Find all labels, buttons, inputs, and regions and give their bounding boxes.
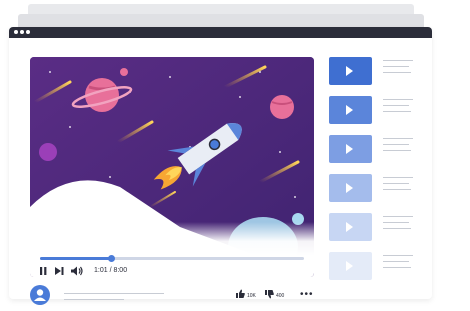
channel-name-line [64, 299, 124, 300]
thumbs-down-icon[interactable] [265, 290, 274, 299]
window-titlebar [9, 27, 432, 38]
suggested-video-text-lines [383, 216, 413, 234]
dislike-count: 400 [276, 293, 285, 299]
play-icon [346, 144, 353, 154]
play-icon [346, 183, 353, 193]
suggested-video-text-lines [383, 99, 413, 117]
play-icon [346, 105, 353, 115]
suggested-video-text-lines [383, 177, 413, 195]
suggested-video-thumbnail[interactable] [329, 174, 372, 202]
suggested-video-text-lines [383, 138, 413, 156]
suggested-video-thumbnail[interactable] [329, 57, 372, 85]
window-dot-3[interactable] [26, 30, 30, 34]
more-icon[interactable]: ••• [300, 290, 314, 300]
time-label: 1:01 / 8:00 [94, 267, 128, 274]
progress-track[interactable] [40, 257, 304, 260]
player-controls: 1:01 / 8:00 [30, 222, 314, 277]
play-icon [346, 66, 353, 76]
window-dot-2[interactable] [20, 30, 24, 34]
avatar[interactable] [30, 285, 50, 305]
suggested-video-thumbnail[interactable] [329, 135, 372, 163]
play-icon [346, 222, 353, 232]
play-icon [346, 261, 353, 271]
suggested-video-thumbnail[interactable] [329, 96, 372, 124]
suggested-video-thumbnail[interactable] [329, 213, 372, 241]
avatar-icon [34, 289, 46, 301]
like-count: 10K [247, 293, 256, 299]
video-meta-bar: 10K 400 ••• [30, 285, 314, 311]
thumbs-up-icon[interactable] [236, 289, 245, 298]
pause-icon[interactable] [40, 266, 47, 276]
suggested-videos [329, 57, 372, 291]
progress-knob[interactable] [108, 255, 116, 262]
video-title-line [64, 293, 164, 294]
suggested-video-text-lines [383, 255, 413, 273]
suggested-video-text-lines [383, 60, 413, 78]
suggested-video-thumbnail[interactable] [329, 252, 372, 280]
progress-fill [40, 257, 112, 260]
video-player[interactable]: 1:01 / 8:00 [30, 57, 314, 277]
window-dot-1[interactable] [14, 30, 18, 34]
skip-next-icon[interactable] [55, 266, 64, 276]
volume-icon[interactable] [71, 266, 83, 276]
video-app-window: 1:01 / 8:00 10K 400 ••• [9, 27, 432, 305]
